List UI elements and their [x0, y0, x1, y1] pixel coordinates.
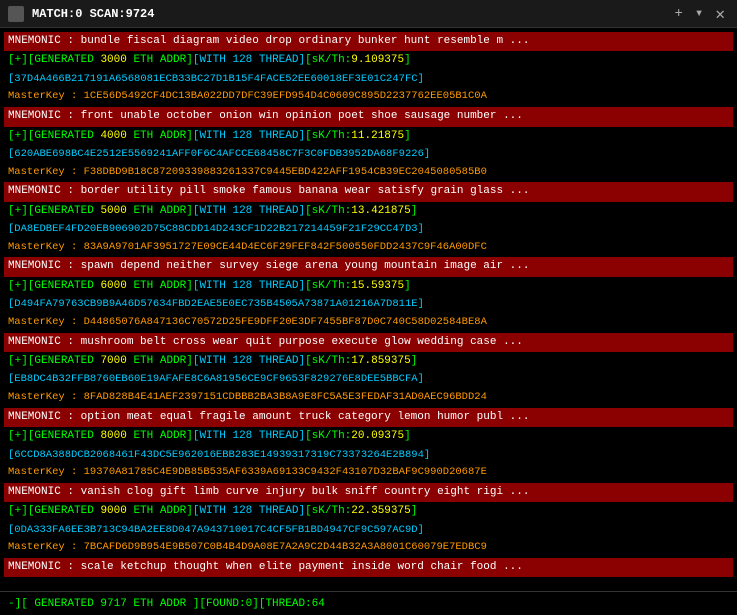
mnemonic-line-7: MNEMONIC : scale ketchup thought when el…	[4, 558, 733, 577]
status-bar: -][ GENERATED 9717 ETH ADDR ][FOUND:0][T…	[0, 591, 737, 615]
mnemonic-line-2: MNEMONIC : border utility pill smoke fam…	[4, 182, 733, 201]
addr-line-2: [DA8EDBEF4FD20EB906902D75C88CDD14D243CF1…	[4, 221, 733, 238]
generated-line-2: [+][GENERATED 5000 ETH ADDR][WITH 128 TH…	[4, 203, 733, 220]
addr-line-4: [EB8DC4B32FFB8760EB60E19AFAFE8C6A81956CE…	[4, 371, 733, 388]
mnemonic-line-3: MNEMONIC : spawn depend neither survey s…	[4, 257, 733, 276]
mnemonic-line-1: MNEMONIC : front unable october onion wi…	[4, 107, 733, 126]
generated-line-4: [+][GENERATED 7000 ETH ADDR][WITH 128 TH…	[4, 353, 733, 370]
addr-line-5: [6CCD8A388DCB2068461F43DC5E962016EBB283E…	[4, 447, 733, 464]
mnemonic-line-6: MNEMONIC : vanish clog gift limb curve i…	[4, 483, 733, 502]
entry-block-3: MNEMONIC : spawn depend neither survey s…	[4, 257, 733, 330]
masterkey-line-4: MasterKey : 8FAD828B4E41AEF2397151CDBBB2…	[4, 389, 733, 406]
generated-line-6: [+][GENERATED 9000 ETH ADDR][WITH 128 TH…	[4, 503, 733, 520]
masterkey-line-2: MasterKey : 83A9A9701AF3951727E09CE44D4E…	[4, 239, 733, 256]
entry-block-2: MNEMONIC : border utility pill smoke fam…	[4, 182, 733, 255]
addr-line-1: [620ABE698BC4E2512E5569241AFF0F6C4AFCCE6…	[4, 146, 733, 163]
masterkey-line-5: MasterKey : 19370A81785C4E9DB85B535AF633…	[4, 464, 733, 481]
close-button[interactable]: ✕	[711, 4, 729, 24]
entry-block-6: MNEMONIC : vanish clog gift limb curve i…	[4, 483, 733, 556]
entry-block-1: MNEMONIC : front unable october onion wi…	[4, 107, 733, 180]
terminal-icon	[8, 6, 24, 22]
mnemonic-line-5: MNEMONIC : option meat equal fragile amo…	[4, 408, 733, 427]
entry-block-0: MNEMONIC : bundle fiscal diagram video d…	[4, 32, 733, 105]
dropdown-button[interactable]: ▾	[691, 5, 707, 22]
masterkey-line-0: MasterKey : 1CE56D5492CF4DC13BA022DD7DFC…	[4, 88, 733, 105]
mnemonic-line-4: MNEMONIC : mushroom belt cross wear quit…	[4, 333, 733, 352]
addr-line-3: [D494FA79763CB9B9A46D57634FBD2EAE5E0EC73…	[4, 296, 733, 313]
generated-line-1: [+][GENERATED 4000 ETH ADDR][WITH 128 TH…	[4, 128, 733, 145]
generated-line-5: [+][GENERATED 8000 ETH ADDR][WITH 128 TH…	[4, 428, 733, 445]
addr-line-6: [0DA333FA6EE3B713C94BA2EE8D047A943710017…	[4, 522, 733, 539]
mnemonic-line-0: MNEMONIC : bundle fiscal diagram video d…	[4, 32, 733, 51]
title-bar: MATCH:0 SCAN:9724 + ▾ ✕	[0, 0, 737, 28]
entry-block-4: MNEMONIC : mushroom belt cross wear quit…	[4, 333, 733, 406]
title-text: MATCH:0 SCAN:9724	[32, 7, 154, 21]
masterkey-line-3: MasterKey : D44865076A847136C70572D25FE9…	[4, 314, 733, 331]
add-tab-button[interactable]: +	[671, 6, 687, 22]
masterkey-line-6: MasterKey : 7BCAFD6D9B954E9B507C0B4B4D9A…	[4, 539, 733, 556]
entry-block-7: MNEMONIC : scale ketchup thought when el…	[4, 558, 733, 577]
entry-block-5: MNEMONIC : option meat equal fragile amo…	[4, 408, 733, 481]
generated-line-3: [+][GENERATED 6000 ETH ADDR][WITH 128 TH…	[4, 278, 733, 295]
generated-line-0: [+][GENERATED 3000 ETH ADDR][WITH 128 TH…	[4, 52, 733, 69]
masterkey-line-1: MasterKey : F38DBD9B18C87209339883261337…	[4, 164, 733, 181]
status-text: -][ GENERATED 9717 ETH ADDR ][FOUND:0][T…	[8, 598, 325, 610]
addr-line-0: [37D4A466B217191A6568081ECB33BC27D1B15F4…	[4, 71, 733, 88]
content-area: MNEMONIC : bundle fiscal diagram video d…	[0, 28, 737, 591]
